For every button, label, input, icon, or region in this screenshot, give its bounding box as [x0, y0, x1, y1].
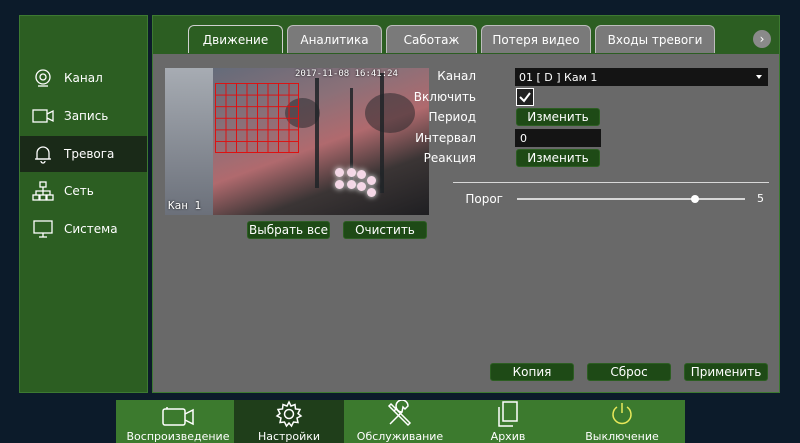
gear-icon [275, 400, 303, 428]
video-record-icon [31, 106, 55, 126]
interval-label: Интервал [415, 131, 476, 145]
enable-label: Включить [413, 90, 476, 104]
motion-detection-grid[interactable] [215, 83, 299, 153]
apply-button[interactable]: Применить [684, 363, 768, 381]
reset-button[interactable]: Сброс [587, 363, 671, 381]
clear-button[interactable]: Очистить [343, 221, 427, 239]
tab-motion[interactable]: Движение [188, 25, 283, 53]
channel-select[interactable]: 01 [ D ] Кам 1 [515, 68, 768, 86]
threshold-label: Порог [465, 192, 503, 206]
dock-archive[interactable]: Архив [456, 400, 560, 443]
camera-image-wall [165, 68, 213, 215]
documents-icon [495, 400, 521, 428]
copy-button[interactable]: Копия [490, 363, 574, 381]
bell-icon [31, 144, 55, 164]
sidebar-item-label: Система [64, 222, 118, 236]
tab-video-loss[interactable]: Потеря видео [481, 25, 591, 53]
dock-playback[interactable]: Воспроизведение [126, 400, 230, 443]
camera-icon [159, 400, 197, 428]
tab-alarm-inputs[interactable]: Входы тревоги [595, 25, 715, 53]
select-all-button[interactable]: Выбрать все [247, 221, 330, 239]
period-edit-button[interactable]: Изменить [516, 108, 600, 126]
sidebar-item-label: Канал [64, 71, 103, 85]
tools-icon [386, 400, 414, 428]
dock-maintenance[interactable]: Обслуживание [348, 400, 452, 443]
dock-power[interactable]: Выключение [568, 400, 676, 443]
tab-sabotage[interactable]: Саботаж [386, 25, 477, 53]
sidebar-item-record[interactable]: Запись [20, 98, 147, 134]
period-label: Период [428, 110, 476, 124]
chevron-down-icon [756, 75, 762, 79]
divider [453, 182, 769, 183]
checkmark-icon [519, 92, 531, 103]
sidebar-item-network[interactable]: Сеть [20, 173, 147, 209]
sidebar: Канал Запись Тревога Сеть Система [19, 15, 148, 393]
camera-label: Кан 1 [168, 199, 202, 212]
power-icon [608, 400, 636, 428]
chevron-right-icon[interactable]: › [753, 30, 771, 48]
enable-checkbox[interactable] [516, 88, 534, 106]
channel-label: Канал [437, 69, 476, 83]
sidebar-item-label: Запись [64, 109, 109, 123]
sidebar-item-label: Тревога [64, 147, 115, 161]
network-icon [31, 181, 55, 201]
tab-bar: Движение Аналитика Саботаж Потеря видео … [153, 16, 779, 54]
threshold-value: 5 [757, 192, 764, 205]
settings-panel: Движение Аналитика Саботаж Потеря видео … [152, 15, 780, 393]
tab-analytics[interactable]: Аналитика [287, 25, 382, 53]
threshold-slider-handle[interactable] [690, 195, 699, 203]
bottom-dock: Воспроизведение Настройки Обслуживание А… [116, 400, 685, 443]
sidebar-item-system[interactable]: Система [20, 211, 147, 247]
camera-lens-icon [31, 68, 55, 88]
monitor-icon [31, 219, 55, 239]
sidebar-item-alarm[interactable]: Тревога [20, 136, 147, 172]
reaction-label: Реакция [423, 151, 476, 165]
dock-settings[interactable]: Настройки [234, 400, 344, 443]
threshold-slider[interactable] [517, 195, 745, 203]
sidebar-item-label: Сеть [64, 184, 94, 198]
channel-select-value: 01 [ D ] Кам 1 [519, 70, 598, 84]
sidebar-item-channel[interactable]: Канал [20, 60, 147, 96]
interval-input[interactable]: 0 [515, 129, 601, 147]
reaction-edit-button[interactable]: Изменить [516, 149, 600, 167]
